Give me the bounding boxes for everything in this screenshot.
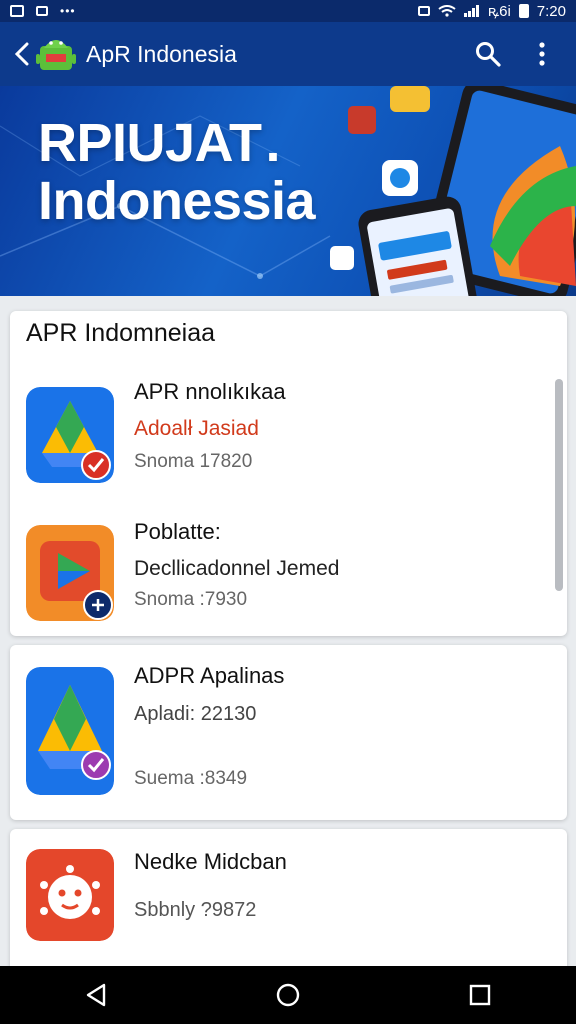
app-subtitle: Apladi: 22130 [134,703,257,725]
status-time: 7:20 [536,2,566,20]
status-dots: ••• [60,4,76,18]
app-title: APR nnolıkıkaa [134,379,286,404]
app-bar: ApR Indonesia [0,22,576,86]
app-card: ADPR Apalinas Apladi: 22130 Suema :8349 [10,645,567,820]
banner-title-line2: Indonessia [38,171,316,231]
back-button[interactable] [8,34,36,74]
floating-app-tile [390,86,430,112]
nav-back-button[interactable] [66,966,126,1024]
alarm-icon [417,6,430,16]
gallery-icon [36,6,48,16]
app-title: Nedke Midcban [134,849,287,874]
floating-app-tile [348,106,376,134]
robot-face-icon [26,849,114,941]
wifi-icon [438,5,456,17]
more-vert-icon [539,42,545,66]
section-title: APR Indomneiaa [26,319,216,347]
app-list-item[interactable]: ADPR Apalinas Apladi: 22130 Suema :8349 [10,645,567,820]
app-card: Nedke Midcban Sbbnly ?9872 [10,829,567,969]
signal-icon [463,5,479,17]
search-button[interactable] [470,34,506,74]
search-icon [476,42,501,67]
app-meta: Snoma 17820 [134,451,253,472]
more-options-button[interactable] [524,34,560,74]
carrier-text: ꝶ6i [487,3,511,20]
floating-app-tile [330,246,354,270]
square-recents-icon [469,984,491,1006]
drive-triangle-icon [26,667,114,795]
android-icon [36,40,76,70]
battery-icon [518,4,529,18]
notification-icon [10,5,24,17]
app-title: ADPR Apalinas [134,663,285,688]
app-list-item[interactable]: APR nnolıkıkaa Adoalł Jasiad Snoma 17820 [10,371,567,491]
app-meta: Suema :8349 [134,768,248,789]
app-list-item[interactable]: Poblatte: Decllicadonnel Jemed Snoma :79… [10,511,567,631]
app-title: Poblatte: [134,519,221,544]
nav-recents-button[interactable] [450,966,510,1024]
app-subtitle: Sbbnly ?9872 [134,899,257,921]
hero-banner: RPIUJAT . Indonessia [0,86,576,296]
status-bar: ••• ꝶ6i 7:20 [0,0,576,22]
nav-home-button[interactable] [258,966,318,1024]
back-arrow-icon [14,42,29,66]
banner-title: RPIUJAT . Indonessia [38,113,316,231]
drive-triangle-icon [26,387,114,483]
app-meta: Snoma :7930 [134,589,248,610]
app-subtitle: Adoalł Jasiad [134,417,259,440]
app-title: ApR Indonesia [86,40,237,67]
triangle-back-icon [86,983,106,1007]
play-store-icon [26,525,114,621]
app-list-item[interactable]: Nedke Midcban Sbbnly ?9872 [10,829,567,969]
system-nav-bar [0,966,576,1024]
app-subtitle: Decllicadonnel Jemed [134,557,340,580]
circle-home-icon [276,983,300,1007]
featured-apps-card: APR Indomneiaa APR nnolıkıkaa Adoalł Jas… [10,311,567,636]
scrollbar[interactable] [555,379,563,591]
banner-title-line1: RPIUJAT . [38,113,281,173]
